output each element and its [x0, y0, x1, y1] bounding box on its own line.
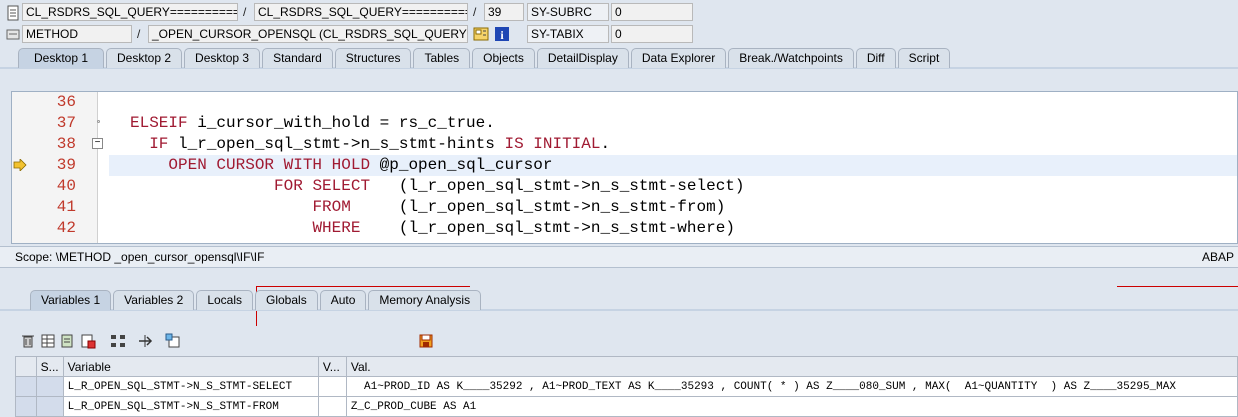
- row-selector[interactable]: [15, 396, 37, 417]
- export-icon[interactable]: [80, 333, 96, 349]
- line-number: 40: [56, 177, 76, 195]
- tab-data-explorer[interactable]: Data Explorer: [630, 48, 727, 68]
- tab-desktop-1[interactable]: Desktop 1: [18, 48, 104, 68]
- delete-icon[interactable]: [20, 333, 36, 349]
- keyword: FOR SELECT: [274, 177, 371, 195]
- sy-tabix-label: SY-TABIX: [527, 25, 609, 43]
- code-line: FROM (l_r_open_sql_stmt->n_s_stmt-from): [312, 198, 726, 216]
- language-label: ABAP: [1201, 250, 1234, 264]
- v-cell: [317, 396, 347, 417]
- tab-locals[interactable]: Locals: [196, 290, 253, 310]
- current-line-arrow-icon: [13, 158, 27, 174]
- save-icon[interactable]: [418, 333, 434, 349]
- line-number: 36: [56, 93, 76, 111]
- program-field[interactable]: CL_RSDRS_SQL_QUERY============...: [22, 3, 238, 21]
- v-cell: [317, 376, 347, 397]
- method-name-field[interactable]: _OPEN_CURSOR_OPENSQL (CL_RSDRS_SQL_QUERY…: [148, 25, 468, 43]
- separator: /: [243, 5, 247, 19]
- value-cell[interactable]: Z_C_PROD_CUBE AS A1: [345, 396, 1238, 417]
- variables-tabs: Variables 1 Variables 2 Locals Globals A…: [30, 290, 482, 310]
- scope-cell: [35, 396, 64, 417]
- import-icon[interactable]: [60, 333, 76, 349]
- tab-tables[interactable]: Tables: [413, 48, 471, 68]
- method-icon: [5, 26, 21, 42]
- variables-table: S... Variable V... Val. L_R_OPEN_SQL_STM…: [15, 356, 1238, 417]
- scope-bar: Scope: \METHOD _open_cursor_opensql\IF\I…: [0, 246, 1238, 268]
- scope-cell: [35, 376, 64, 397]
- annotation-line: [256, 286, 470, 287]
- line-number: 42: [56, 219, 76, 237]
- include-field[interactable]: CL_RSDRS_SQL_QUERY============...: [254, 3, 468, 21]
- variable-cell[interactable]: L_R_OPEN_SQL_STMT->N_S_STMT-FROM: [62, 396, 319, 417]
- detail-icon[interactable]: [165, 333, 181, 349]
- annotation-line: [1117, 286, 1238, 287]
- line-number: 37: [56, 114, 76, 132]
- document-icon: [5, 5, 21, 21]
- code-line: FOR SELECT (l_r_open_sql_stmt->n_s_stmt-…: [274, 177, 745, 195]
- fold-marker-icon: [97, 120, 100, 123]
- keyword: ELSEIF: [130, 114, 188, 132]
- source-code-editor[interactable]: 36 37 38 39 40 41 42 − ELSEIF i_cursor_w…: [11, 91, 1238, 244]
- event-type-field[interactable]: METHOD: [22, 25, 132, 43]
- tab-auto[interactable]: Auto: [319, 290, 367, 310]
- variable-cell[interactable]: L_R_OPEN_SQL_STMT->N_S_STMT-SELECT: [62, 376, 319, 397]
- tab-break-watchpoints[interactable]: Break./Watchpoints: [728, 48, 854, 68]
- hierarchy-icon[interactable]: [110, 333, 126, 349]
- row-selector[interactable]: [15, 376, 37, 397]
- keyword: IF: [149, 135, 169, 153]
- table-row[interactable]: L_R_OPEN_SQL_STMT->N_S_STMT-FROM Z_C_PRO…: [15, 396, 1238, 417]
- tab-diff[interactable]: Diff: [855, 48, 896, 68]
- column-header-variable[interactable]: Variable: [62, 356, 319, 377]
- line-number: 38: [56, 135, 76, 153]
- column-header-scope[interactable]: S...: [35, 356, 64, 377]
- keyword: WHERE: [312, 219, 361, 237]
- tab-variables-1[interactable]: Variables 1: [30, 290, 112, 310]
- navigate-icon[interactable]: [137, 333, 153, 349]
- tab-memory-analysis[interactable]: Memory Analysis: [368, 290, 482, 310]
- line-number: 41: [56, 198, 76, 216]
- tab-globals[interactable]: Globals: [255, 290, 318, 310]
- tab-desktop-2[interactable]: Desktop 2: [106, 48, 183, 68]
- code-line: ELSEIF i_cursor_with_hold = rs_c_true.: [130, 114, 495, 132]
- scope-label: Scope: \METHOD _open_cursor_opensql\IF\I…: [15, 250, 265, 264]
- tab-structures[interactable]: Structures: [334, 48, 412, 68]
- table-icon[interactable]: [40, 333, 56, 349]
- tab-standard[interactable]: Standard: [262, 48, 333, 68]
- info-icon[interactable]: i: [494, 26, 510, 42]
- keyword: FROM: [312, 198, 351, 216]
- layout-icon[interactable]: [473, 26, 489, 42]
- sy-subrc-value: 0: [611, 3, 693, 21]
- sy-subrc-label: SY-SUBRC: [527, 3, 609, 21]
- column-header-v[interactable]: V...: [317, 356, 347, 377]
- value-cell[interactable]: A1~PROD_ID AS K____35292 , A1~PROD_TEXT …: [345, 376, 1238, 397]
- tab-variables-2[interactable]: Variables 2: [113, 290, 195, 310]
- keyword: OPEN CURSOR WITH HOLD: [168, 156, 371, 174]
- separator: /: [473, 5, 477, 19]
- column-header-value[interactable]: Val.: [345, 356, 1238, 377]
- separator: /: [137, 27, 141, 41]
- tab-objects[interactable]: Objects: [472, 48, 535, 68]
- line-number-field[interactable]: 39: [484, 3, 524, 21]
- row-selector-header: [15, 356, 37, 377]
- desktop-tabs: Desktop 1 Desktop 2 Desktop 3 Standard S…: [18, 48, 951, 68]
- code-line: IF l_r_open_sql_stmt->n_s_stmt-hints IS …: [149, 135, 611, 153]
- keyword: IS INITIAL: [504, 135, 601, 153]
- code-line-partial: ──────── ───────────────────────────────…: [130, 239, 725, 243]
- tab-desktop-3[interactable]: Desktop 3: [184, 48, 261, 68]
- table-row[interactable]: L_R_OPEN_SQL_STMT->N_S_STMT-SELECT A1~PR…: [15, 376, 1238, 397]
- tab-script[interactable]: Script: [897, 48, 951, 68]
- sy-tabix-value: 0: [611, 25, 693, 43]
- code-line-current: OPEN CURSOR WITH HOLD @p_open_sql_cursor: [168, 156, 553, 174]
- tab-detaildisplay[interactable]: DetailDisplay: [536, 48, 629, 68]
- collapse-toggle-icon[interactable]: −: [92, 138, 103, 149]
- code-line: WHERE (l_r_open_sql_stmt->n_s_stmt-where…: [312, 219, 735, 237]
